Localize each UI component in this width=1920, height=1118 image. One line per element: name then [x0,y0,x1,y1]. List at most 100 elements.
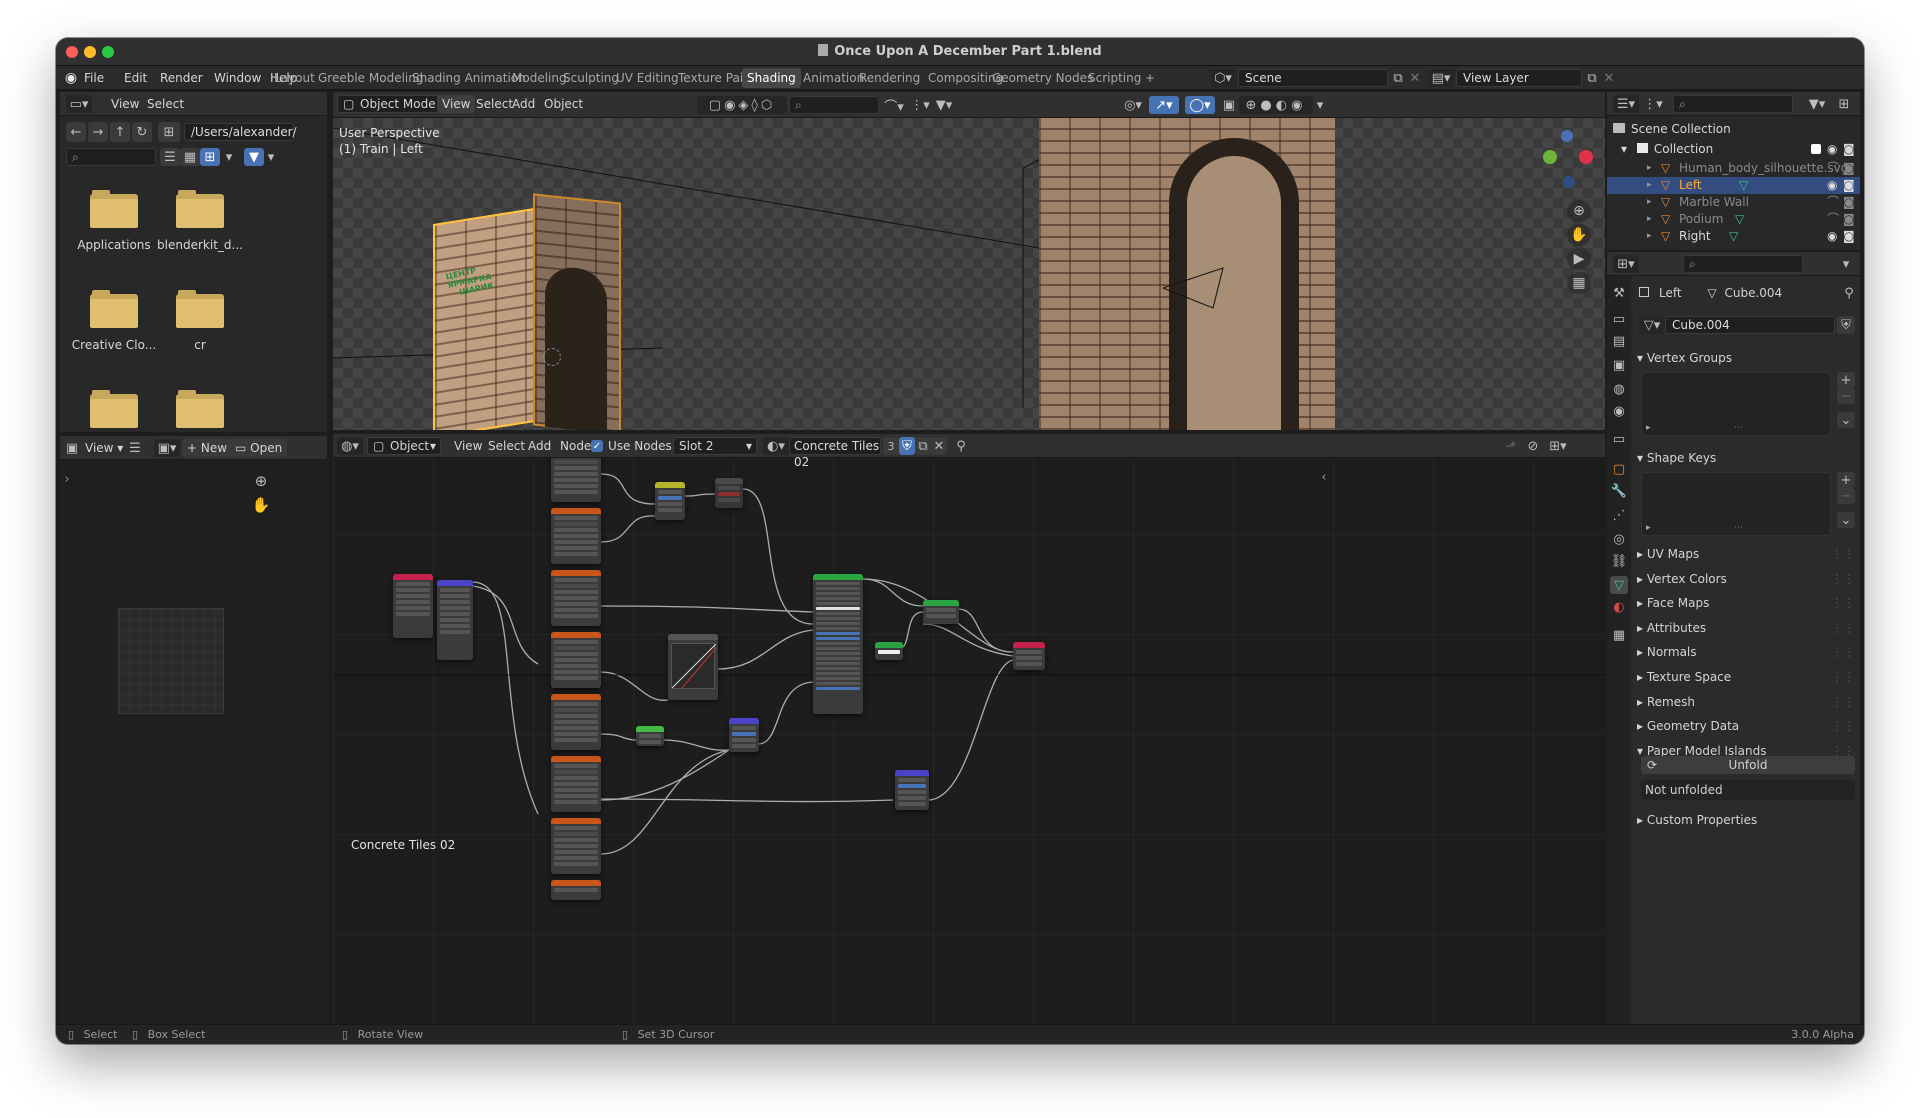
mesh-data-browse-icon[interactable]: ▽▾ [1639,316,1665,334]
node-sidebar-toggle-icon[interactable]: ‹ [1319,470,1329,485]
snap-options-icon[interactable]: ⊞▾ [1545,437,1571,455]
section-face-maps[interactable]: ▸ Face Maps ⋮⋮ [1637,593,1855,613]
shape-keys-list[interactable]: ▸ ⋯ [1641,472,1831,536]
tool-icon[interactable]: ⚒ [1610,284,1628,302]
section-custom-properties[interactable]: ▸ Custom Properties [1637,810,1757,830]
eye-icon[interactable]: ⌒ [1827,211,1839,228]
outliner-item[interactable]: ▸ ▽ Marble Wall ⌒ ◙ [1607,194,1860,211]
render-icon[interactable]: ▭ [1610,310,1628,328]
overlays-icon[interactable]: ◯▾ [1185,96,1215,114]
file-search-input[interactable]: ⌕ [66,148,156,166]
material-output-node[interactable] [1013,642,1045,670]
remove-scene-icon[interactable]: ✕ [1408,69,1422,87]
image-texture-node[interactable] [551,880,601,900]
add-vertex-group-icon[interactable]: + [1837,372,1855,388]
remove-shape-key-icon[interactable]: − [1837,488,1855,504]
data-icon[interactable]: ▽ [1610,576,1628,594]
viewport-filter-icon[interactable]: ▼▾ [933,96,955,114]
outliner-search-input[interactable]: ⌕ [1673,95,1793,113]
eye-icon[interactable]: ⌒ [1827,160,1839,177]
image-texture-node[interactable] [551,818,601,874]
object-mode-dropdown[interactable]: ▢Object Mode ▾ [337,95,452,113]
snap-icon[interactable]: ⊘ [1525,437,1541,455]
rgb-curves-node[interactable] [668,634,718,700]
outliner-item[interactable]: ▸ ▽ Podium ▽ ⌒ ◙ [1607,211,1860,228]
file-item-label[interactable]: Applications [66,238,162,252]
drag-handle-icon[interactable]: ⋮⋮ [1831,544,1855,564]
forward-arrow-icon[interactable]: → [88,122,108,142]
transform-orientation-icon[interactable]: ⌒▾ [883,96,905,115]
expand-arrow-icon[interactable]: ▸ [1647,228,1652,245]
filter-chevron-icon[interactable]: ▾ [264,148,278,166]
list-resize-handle[interactable]: ⋯ [1734,523,1743,533]
expand-arrow-icon[interactable]: ▸ [1647,194,1652,211]
xray-icon[interactable]: ▣ [1221,96,1237,114]
navigation-gizmo[interactable] [1539,128,1599,198]
menu-file[interactable]: File [84,66,104,90]
displacement-node[interactable] [895,770,929,810]
camera-render-icon[interactable]: ◙ [1843,177,1855,194]
section-uv-maps[interactable]: ▸ UV Maps ⋮⋮ [1637,544,1855,564]
add-shape-key-icon[interactable]: + [1837,472,1855,488]
outliner-editor-type-icon[interactable]: ☰▾ [1613,95,1639,113]
viewport-menu-view[interactable]: View [437,95,476,113]
camera-render-icon[interactable]: ◙ [1843,194,1855,211]
hamburger-menu-icon[interactable]: ☰ [126,439,144,457]
folder-icon[interactable] [90,190,138,228]
section-geometry-data[interactable]: ▸ Geometry Data ⋮⋮ [1637,716,1855,736]
properties-pin-icon[interactable]: ⚲ [1841,284,1857,302]
section-attributes[interactable]: ▸ Attributes ⋮⋮ [1637,618,1855,638]
blender-logo-icon[interactable]: ◉ [62,69,80,87]
remove-view-layer-icon[interactable]: ✕ [1602,69,1616,87]
folder-icon[interactable] [90,390,138,428]
camera-render-icon[interactable]: ◙ [1843,140,1855,158]
horizontal-list-icon[interactable]: ▦ [180,148,200,166]
visibility-icon[interactable]: ◎▾ [1119,96,1147,114]
3d-viewport[interactable]: ЦЕНТР ЯРМАРКА ШАРИК User Perspective (1) … [333,118,1605,430]
drag-handle-icon[interactable]: ⋮⋮ [1831,569,1855,589]
view-layer-icon[interactable]: ▣ [1610,356,1628,374]
section-texture-space[interactable]: ▸ Texture Space ⋮⋮ [1637,667,1855,687]
image-editor-menu-view[interactable]: View ▾ [80,439,128,457]
camera-render-icon[interactable]: ◙ [1843,228,1855,245]
zoom-view-icon[interactable]: ⊕ [1567,200,1591,222]
sidebar-toggle-icon[interactable]: › [62,472,72,487]
fake-user-shield-icon[interactable]: ⛨ [899,437,915,455]
mesh-fake-user-icon[interactable]: ⛨ [1837,316,1855,334]
properties-search-input[interactable]: ⌕ [1683,255,1803,273]
drag-handle-icon[interactable]: ⋮⋮ [1831,593,1855,613]
physics-icon[interactable]: ◎ [1610,530,1628,548]
material-users-count[interactable]: 3 [883,437,899,455]
display-size-chevron-icon[interactable]: ▾ [222,148,236,166]
properties-options-chevron-icon[interactable]: ▾ [1837,255,1855,273]
folder-icon[interactable] [90,290,138,328]
back-arrow-icon[interactable]: ← [66,122,86,142]
mix-node[interactable] [655,482,685,520]
folder-icon[interactable] [176,190,224,228]
editor-type-image-icon[interactable]: ▣ [64,439,80,457]
image-texture-node[interactable] [551,756,601,812]
drag-handle-icon[interactable]: ⋮⋮ [1831,716,1855,736]
shader-type-dropdown[interactable]: ▢ Object ▾ [367,437,441,455]
eye-icon[interactable]: ⌒ [1827,194,1839,211]
output-icon[interactable]: ▤ [1610,332,1628,350]
refresh-icon[interactable]: ↻ [132,122,152,142]
menu-window[interactable]: Window [214,66,261,90]
unfold-button[interactable]: ⟳ Unfold [1641,756,1855,774]
node-menu-add[interactable]: Add [523,437,556,455]
section-shape-keys[interactable]: ▾ Shape Keys [1637,448,1716,468]
file-browser-menu-select[interactable]: Select [142,95,189,113]
tab-scripting[interactable]: Scripting [1083,68,1146,88]
material-browse-icon[interactable]: ◐▾ [763,437,789,455]
eye-icon[interactable]: ◉ [1827,140,1837,158]
filter-icon[interactable]: ▼ [244,148,264,166]
zoom-icon[interactable]: ⊕ [250,470,272,492]
new-folder-icon[interactable]: ⊞ [158,122,180,142]
collection-checkbox[interactable] [1811,144,1821,154]
new-image-button[interactable]: + New [182,439,233,457]
normal-map-small-node[interactable] [636,726,664,746]
mapping-node[interactable] [437,580,473,660]
vertex-group-specials-icon[interactable]: ⌄ [1837,412,1855,428]
thumbnails-icon[interactable]: ⊞ [200,148,220,166]
view-layer-selector-icon[interactable]: ▤▾ [1428,69,1454,87]
